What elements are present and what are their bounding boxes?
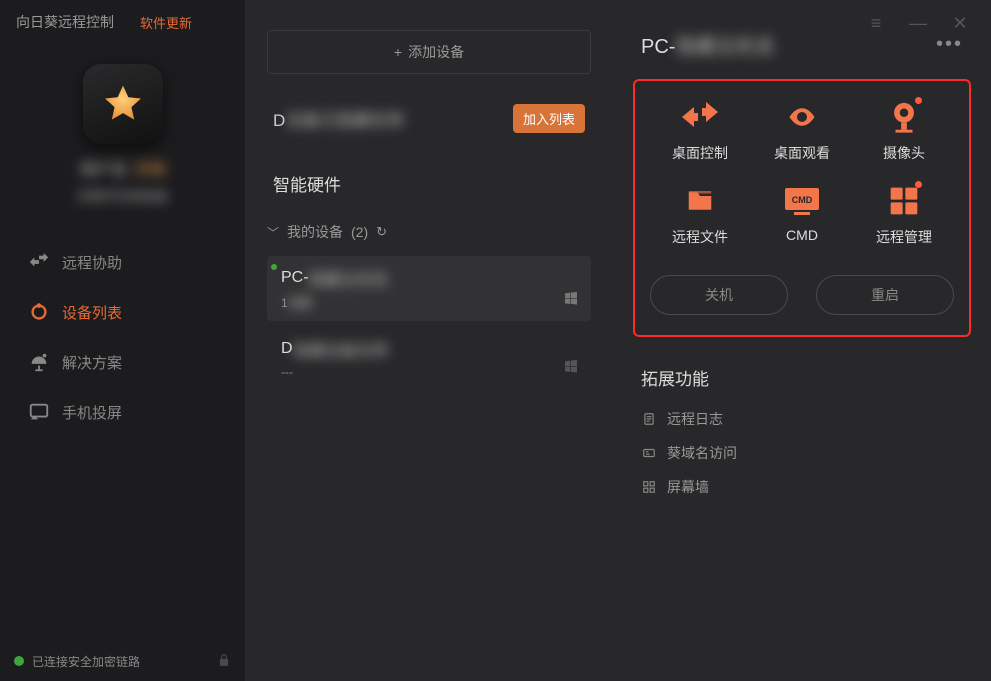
arrow-lr-icon [676,101,724,133]
titlebar: 向日葵远程控制 软件更新 [0,0,245,44]
profile-name-suffix-redacted: 示例 [133,156,165,180]
sidebar-item-remote-assist[interactable]: 远程协助 [0,237,245,287]
action-remote-manage[interactable]: 远程管理 [853,185,955,247]
minimize-icon[interactable]: — [909,14,927,32]
ext-label: 屏幕墙 [667,477,709,497]
avatar[interactable] [83,64,163,144]
status-bar: 已连接安全加密链路 [0,641,245,681]
app-title: 向日葵远程控制 [16,12,114,32]
restart-button[interactable]: 重启 [816,275,954,315]
ext-remote-log[interactable]: 远程日志 [641,402,963,436]
action-highlight-box: 桌面控制 桌面观看 摄像头 远程文件 [633,79,971,337]
device-name-redacted: 隐藏主机名 [309,266,389,290]
arrows-icon [28,251,50,273]
device-group-header[interactable]: ﹀ 我的设备 (2) ↻ [267,216,591,256]
action-label: 桌面观看 [774,143,830,163]
sidebar-item-label: 设备列表 [62,302,122,323]
action-label: 桌面控制 [672,143,728,163]
refresh-icon[interactable]: ↻ [376,224,387,240]
id-icon [641,445,657,461]
device-item[interactable]: D隐藏设备名称 --- [267,327,591,389]
badge-dot-icon [915,181,922,188]
action-label: 远程文件 [672,227,728,247]
action-cmd[interactable]: CMD CMD [751,185,853,247]
ext-screen-wall[interactable]: 屏幕墙 [641,470,963,504]
profile-subline-redacted: 示例子文本信息 [77,186,168,205]
device-name-prefix: PC- [281,269,309,287]
profile-text: 用户名 示例 示例子文本信息 [77,156,168,205]
device-sub: --- [281,365,577,379]
doc-icon [641,411,657,427]
ext-label: 远程日志 [667,409,723,429]
action-camera[interactable]: 摄像头 [853,101,955,163]
plus-icon: + [394,44,402,60]
action-label: 远程管理 [876,227,932,247]
dish-icon [28,351,50,373]
software-update-link[interactable]: 软件更新 [140,13,192,32]
profile-block: 用户名 示例 示例子文本信息 [0,44,245,215]
cast-icon [28,401,50,423]
menu-icon[interactable]: ≡ [867,14,885,32]
device-list-panel: ≡ — ✕ + 添加设备 D设备已隐藏名称 加入列表 智能硬件 ﹀ 我的设备 (… [245,0,613,681]
action-remote-file[interactable]: 远程文件 [649,185,751,247]
sidebar-item-label: 解决方案 [62,352,122,373]
action-label: CMD [786,227,818,243]
ext-label: 葵域名访问 [667,443,737,463]
action-label: 摄像头 [883,143,925,163]
action-desktop-control[interactable]: 桌面控制 [649,101,751,163]
ext-domain-access[interactable]: 葵域名访问 [641,436,963,470]
device-name-redacted: 隐藏设备名称 [293,337,389,361]
unlisted-device-row[interactable]: D设备已隐藏名称 加入列表 [267,84,591,153]
join-list-button[interactable]: 加入列表 [513,104,585,133]
detail-title-redacted: 隐藏主机名 [675,36,775,58]
group-count: (2) [351,224,368,240]
wall-icon [641,479,657,495]
online-dot-icon [271,264,277,270]
svg-text:CMD: CMD [792,195,813,205]
add-device-button[interactable]: + 添加设备 [267,30,591,74]
sidebar-item-solutions[interactable]: 解决方案 [0,337,245,387]
camera-icon [880,101,928,133]
add-device-label: 添加设备 [408,42,464,62]
smart-hardware-title: 智能硬件 [267,153,591,216]
action-grid: 桌面控制 桌面观看 摄像头 远程文件 [649,101,955,247]
device-name-prefix: D [281,340,293,358]
sidebar-item-phone-cast[interactable]: 手机投屏 [0,387,245,437]
shutdown-button[interactable]: 关机 [650,275,788,315]
close-icon[interactable]: ✕ [951,14,969,32]
folder-icon [676,185,724,217]
sidebar-item-label: 远程协助 [62,252,122,273]
status-dot-icon [14,656,24,666]
sidebar-item-label: 手机投屏 [62,402,122,423]
device-sub-prefix: 1 [281,296,288,310]
star-icon [101,82,145,126]
sidebar-nav: 远程协助 设备列表 解决方案 手机投屏 [0,237,245,437]
badge-dot-icon [915,97,922,104]
lock-icon[interactable] [217,653,231,670]
grid-icon [880,185,928,217]
device-sub-redacted: 隐藏 [288,296,312,310]
action-desktop-view[interactable]: 桌面观看 [751,101,853,163]
windows-icon [563,290,579,311]
power-row: 关机 重启 [649,275,955,315]
extension-section: 拓展功能 远程日志 葵域名访问 屏幕墙 [613,355,991,514]
detail-panel: PC-隐藏主机名 ••• 桌面控制 桌面观看 [613,0,991,681]
window-controls: ≡ — ✕ [845,0,991,46]
device-ring-icon [28,301,50,323]
extension-title: 拓展功能 [641,365,963,390]
device-item[interactable]: PC-隐藏主机名 1隐藏 [267,256,591,321]
cmd-icon: CMD [778,185,826,217]
profile-name-redacted: 用户名 [79,156,127,180]
group-label: 我的设备 [287,222,343,242]
windows-icon [563,358,579,379]
sidebar-item-device-list[interactable]: 设备列表 [0,287,245,337]
status-text: 已连接安全加密链路 [32,653,140,670]
detail-title-prefix: PC- [641,36,675,58]
unlisted-prefix: D [273,111,285,130]
unlisted-name-redacted: 设备已隐藏名称 [285,111,404,130]
sidebar: 向日葵远程控制 软件更新 用户名 示例 示例子文本信息 [0,0,245,681]
chevron-down-icon: ﹀ [267,224,279,241]
eye-icon [778,101,826,133]
